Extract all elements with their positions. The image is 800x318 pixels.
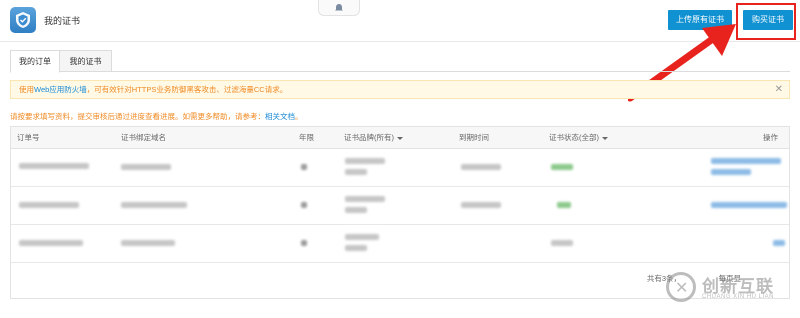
close-icon[interactable]: ✕ xyxy=(775,81,783,98)
help-tip: 请按要求填写资料，提交审核后通过进度查看进展。如需更多帮助，请参考：相关文档。 xyxy=(10,111,303,122)
redacted-text xyxy=(345,245,367,251)
certificate-shield-icon xyxy=(10,7,36,33)
alert-prefix: 使用 xyxy=(19,85,34,94)
redacted-text xyxy=(19,163,89,169)
col-brand[interactable]: 证书品牌(所有) xyxy=(344,127,403,149)
waf-promo-alert: 使用Web应用防火墙，可有效针对HTTPS业务防御黑客攻击、过滤海量CC请求。 … xyxy=(10,80,790,99)
page-title: 我的证书 xyxy=(44,16,81,26)
highlight-annotation xyxy=(736,3,796,40)
redacted-text xyxy=(301,240,307,246)
collapse-toggle[interactable] xyxy=(318,0,360,16)
bell-icon xyxy=(335,4,343,11)
watermark-logo: ✕ 创新互联 CHUANG XIN HU LIAN xyxy=(666,270,796,306)
col-status-label: 证书状态(全部) xyxy=(549,133,599,142)
redacted-text xyxy=(345,158,385,164)
redacted-text xyxy=(19,202,79,208)
redacted-text xyxy=(345,169,367,175)
redacted-status xyxy=(557,202,571,208)
tip-end: 。 xyxy=(295,112,303,121)
redacted-text xyxy=(461,164,501,170)
tab-my-orders[interactable]: 我的订单 xyxy=(10,50,60,73)
logo-circle-icon: ✕ xyxy=(666,272,696,302)
redacted-actions[interactable] xyxy=(711,169,751,175)
caret-down-icon xyxy=(602,136,608,140)
redacted-actions[interactable] xyxy=(773,240,785,246)
col-actions: 操作 xyxy=(763,133,778,142)
table-row[interactable] xyxy=(11,225,789,263)
watermark-subtitle: CHUANG XIN HU LIAN xyxy=(702,294,775,300)
table-row[interactable] xyxy=(11,187,789,225)
alert-text: ，可有效针对HTTPS业务防御黑客攻击、过滤海量CC请求。 xyxy=(86,85,288,94)
docs-link[interactable]: 相关文档 xyxy=(265,112,295,121)
redacted-text xyxy=(345,207,367,213)
redacted-text xyxy=(301,164,307,170)
col-expire: 到期时间 xyxy=(459,133,489,142)
caret-down-icon xyxy=(397,136,403,140)
table-row[interactable] xyxy=(11,149,789,187)
redacted-text xyxy=(121,164,171,170)
col-brand-label: 证书品牌(所有) xyxy=(344,133,394,142)
redacted-text xyxy=(121,202,187,208)
redacted-text xyxy=(121,240,175,246)
col-years: 年限 xyxy=(299,133,314,142)
redacted-actions[interactable] xyxy=(711,158,781,164)
tip-text: 请按要求填写资料，提交审核后通过进度查看进展。如需更多帮助，请参考： xyxy=(10,112,265,121)
redacted-status xyxy=(551,164,573,170)
redacted-text xyxy=(461,202,501,208)
redacted-text xyxy=(301,202,307,208)
redacted-text xyxy=(345,196,385,202)
col-domain: 证书绑定域名 xyxy=(121,133,166,142)
redacted-actions[interactable] xyxy=(711,202,787,208)
redacted-status xyxy=(551,240,573,246)
table-header: 订单号 证书绑定域名 年限 证书品牌(所有) 到期时间 证书状态(全部) 操作 xyxy=(11,127,789,149)
redacted-text xyxy=(19,240,83,246)
tab-my-certificates[interactable]: 我的证书 xyxy=(60,50,112,72)
waf-link[interactable]: Web应用防火墙 xyxy=(34,85,87,94)
col-status[interactable]: 证书状态(全部) xyxy=(549,127,608,149)
tab-bar: 我的订单 我的证书 xyxy=(10,50,790,73)
redacted-text xyxy=(345,234,379,240)
col-order-no: 订单号 xyxy=(17,133,40,142)
